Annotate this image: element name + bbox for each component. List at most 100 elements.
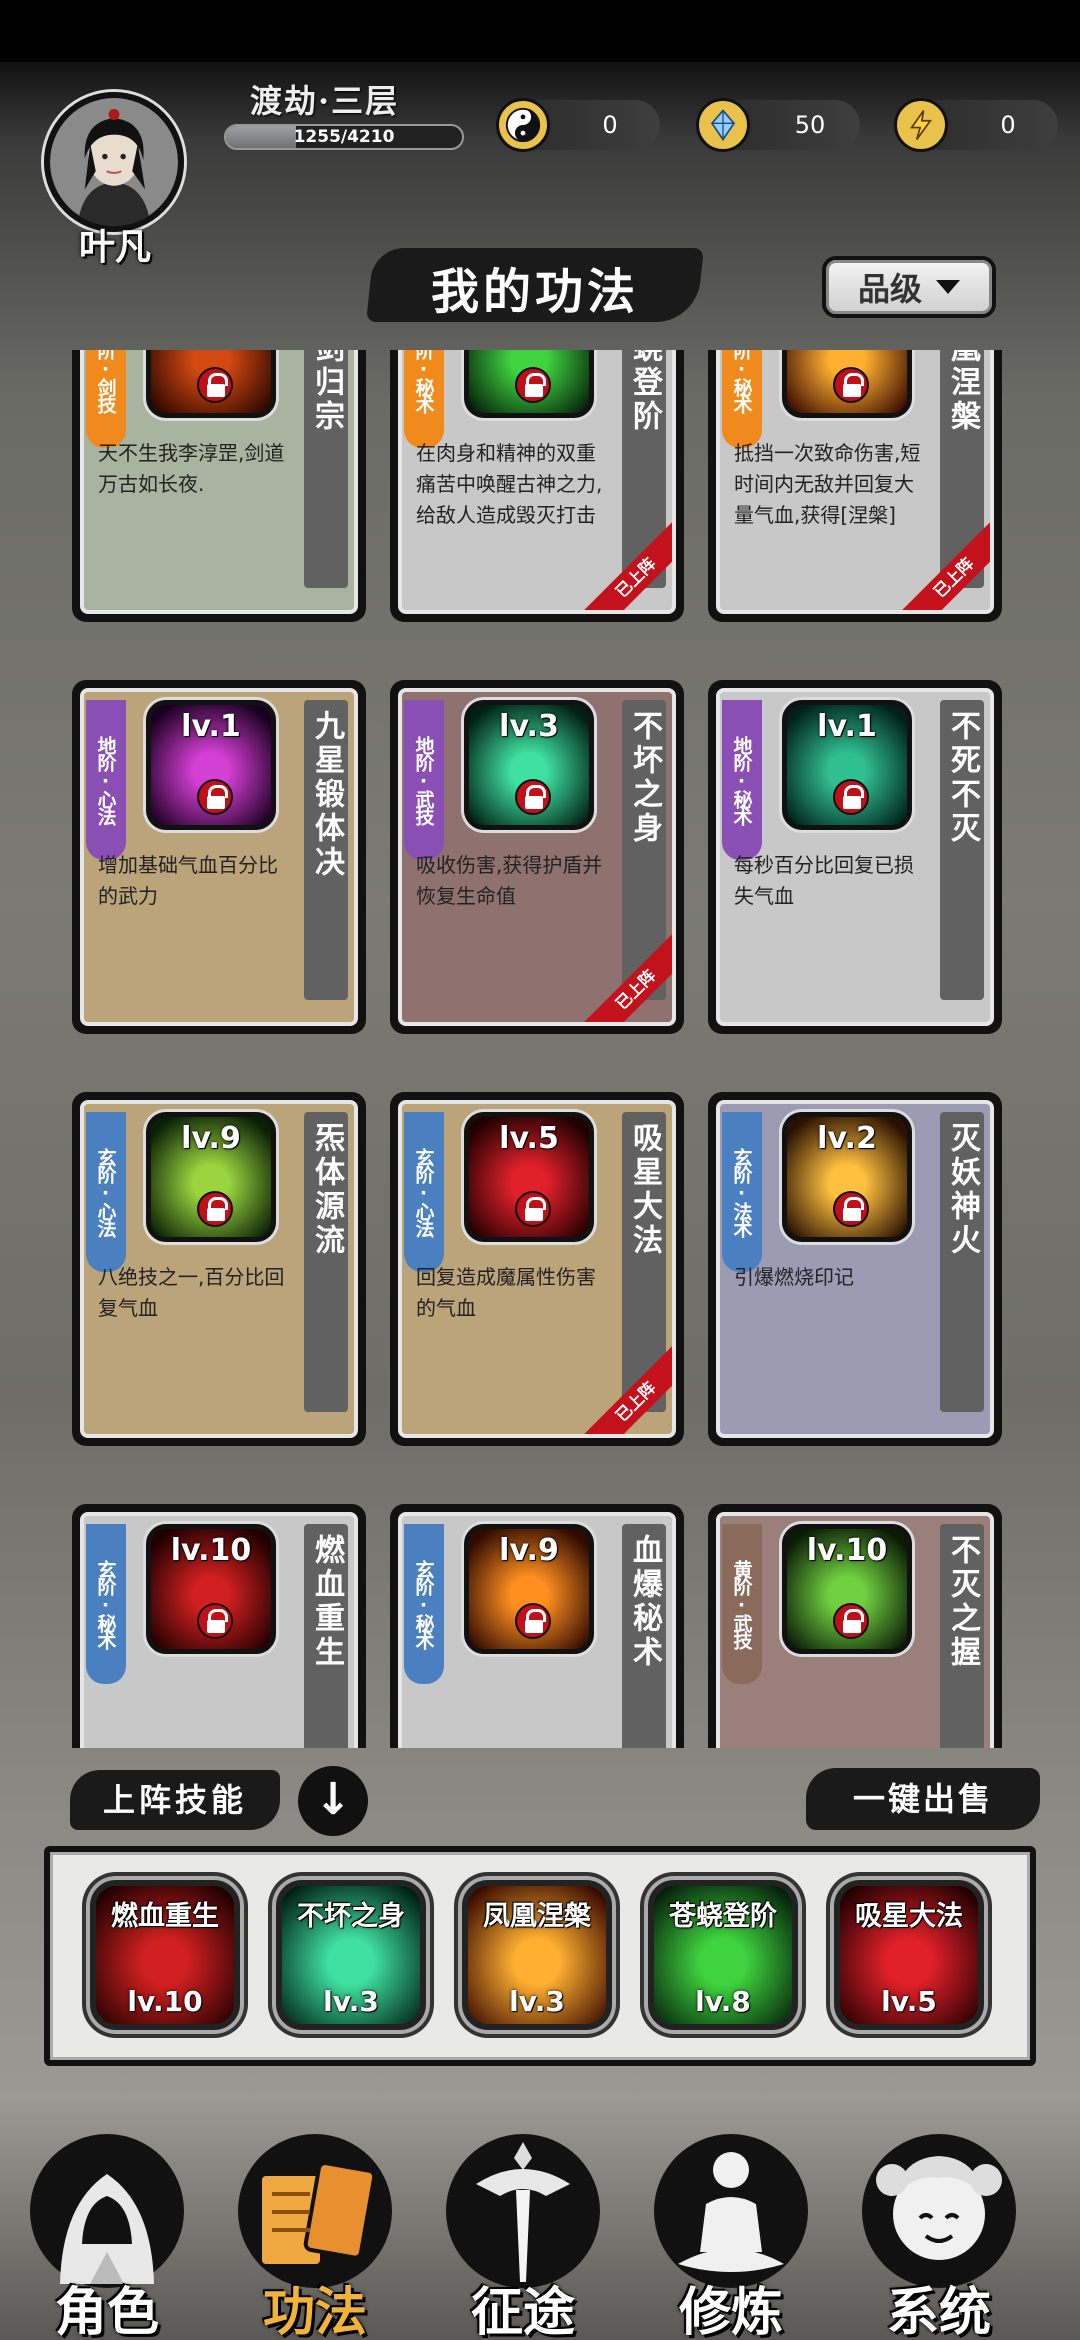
lock-icon (515, 367, 551, 403)
skill-icon[interactable]: lv.3 (782, 350, 912, 418)
equipped-skill-slot[interactable]: 燃血重生 lv.10 (90, 1880, 240, 2030)
grade-tag: 玄阶·心法 (404, 1112, 444, 1272)
skill-name: 炁体源流 (304, 1112, 348, 1412)
equipped-skill-slot[interactable]: 凤凰涅槃 lv.3 (462, 1880, 612, 2030)
nav-tab-1[interactable]: 功法 (220, 2120, 410, 2340)
lock-icon (833, 367, 869, 403)
skill-description: 增加基础气血百分比的武力 (98, 853, 278, 908)
currency-value: 0 (602, 111, 618, 139)
skill-level: lv.1 (817, 709, 877, 744)
sort-grade-dropdown[interactable]: 品级 (822, 256, 996, 318)
nav-tab-label: 征途 (470, 2282, 575, 2340)
lock-icon (515, 779, 551, 815)
equipped-skill-level: lv.8 (695, 1985, 751, 2018)
skill-card[interactable]: 玄阶·心法 lv.5 吸星大法 回复造成魔属性伤害的气血 已上阵 (390, 1092, 684, 1446)
grade-tag: 地阶·心法 (86, 700, 126, 860)
skill-icon[interactable]: lv.1 (146, 350, 276, 418)
grade-tag: 玄阶·法术 (722, 1112, 762, 1272)
equipped-skills-panel: 燃血重生 lv.10 不坏之身 lv.3 凤凰涅槃 lv.3 苍蛲登阶 lv.8 吸星大法 lv.… (44, 1846, 1036, 2066)
currency-yin-yang[interactable]: 0 (496, 98, 660, 152)
skill-icon[interactable]: lv.1 (146, 700, 276, 830)
skill-card-body: 玄阶·秘术 lv.10 燃血重生 (80, 1512, 358, 1748)
skill-name: 燃血重生 (304, 1524, 348, 1748)
currency-value: 0 (1000, 111, 1016, 139)
crystal-icon (696, 98, 750, 152)
skill-card[interactable]: 天阶·秘术lv.8苍蛲登阶在肉身和精神的双重痛苦中唤醒古神之力,给敌人造成毁灭打… (390, 350, 684, 622)
grade-tag: 玄阶·心法 (86, 1112, 126, 1272)
skill-card-body: 玄阶·心法 lv.9 炁体源流 八绝技之一,百分比回复气血 (80, 1100, 358, 1438)
skill-card[interactable]: 地阶·武技 lv.3 不坏之身 吸收伤害,获得护盾并恢复生命值 已上阵 (390, 680, 684, 1034)
equipped-skill-name: 吸星大法 (855, 1901, 963, 1932)
skill-card[interactable]: 天阶·剑技 lv.1 万剑归宗天不生我李淳罡,剑道万古如长夜. (72, 350, 366, 622)
skill-name: 不死不灭 (940, 700, 984, 1000)
skill-icon[interactable]: lv.10 (782, 1524, 912, 1654)
nav-tab-4[interactable]: 系统 (844, 2120, 1034, 2340)
skill-name: 万剑归宗 (304, 350, 348, 588)
skill-level: lv.1 (181, 709, 241, 744)
grade-tag: 玄阶·秘术 (404, 1524, 444, 1684)
nav-tab-3[interactable]: 修炼 (636, 2120, 826, 2340)
skill-card-body: 玄阶·心法 lv.5 吸星大法 回复造成魔属性伤害的气血 已上阵 (398, 1100, 676, 1438)
arrow-down-icon[interactable]: ↓ (298, 1766, 368, 1836)
skill-card-body: 玄阶·法术 lv.2 灭妖神火 引爆燃烧印记 (716, 1100, 994, 1438)
skill-description: 吸收伤害,获得护盾并恢复生命值 (416, 853, 603, 908)
skill-name: 血爆秘术 (622, 1524, 666, 1748)
player-avatar[interactable] (44, 92, 184, 232)
skill-name: 不灭之握 (940, 1524, 984, 1748)
skill-level: lv.10 (806, 1533, 888, 1568)
skill-card[interactable]: 地阶·心法 lv.1 九星锻体决 增加基础气血百分比的武力 (72, 680, 366, 1034)
grade-tag: 地阶·秘术 (722, 700, 762, 860)
grade-tag: 地阶·武技 (404, 700, 444, 860)
currency-lightning[interactable]: 0 (894, 98, 1058, 152)
player-name: 叶凡 (78, 226, 151, 268)
equipped-skill-slot[interactable]: 不坏之身 lv.3 (276, 1880, 426, 2030)
page-title: 我的功法 (430, 264, 639, 320)
sell-all-button[interactable]: 一键出售 (806, 1768, 1040, 1830)
nav-tab-2[interactable]: 征途 (428, 2120, 618, 2340)
scroll-books-icon (238, 2134, 392, 2288)
bottom-nav: 角色 功法 征途 修炼 系统 (0, 2080, 1080, 2340)
skill-icon[interactable]: lv.9 (464, 1524, 594, 1654)
equipped-skill-level: lv.10 (127, 1985, 203, 2018)
skill-level: lv.3 (499, 709, 559, 744)
nav-tab-0[interactable]: 角色 (12, 2120, 202, 2340)
equipped-skill-name: 苍蛲登阶 (669, 1901, 777, 1932)
skill-card[interactable]: 玄阶·法术 lv.2 灭妖神火 引爆燃烧印记 (708, 1092, 1002, 1446)
skill-level: lv.10 (170, 1533, 252, 1568)
grade-tag: 玄阶·秘术 (86, 1524, 126, 1684)
skill-icon[interactable]: lv.3 (464, 700, 594, 830)
skill-icon[interactable]: lv.2 (782, 1112, 912, 1242)
equipped-skill-name: 燃血重生 (111, 1901, 219, 1932)
skill-icon[interactable]: lv.10 (146, 1524, 276, 1654)
skill-card-body: 玄阶·秘术 lv.9 血爆秘术 (398, 1512, 676, 1748)
skill-card[interactable]: 玄阶·心法 lv.9 炁体源流 八绝技之一,百分比回复气血 (72, 1092, 366, 1446)
deck-title: 上阵技能 (70, 1770, 280, 1830)
realm-level: 渡劫·三层 (250, 82, 400, 120)
equipped-skill-slot[interactable]: 吸星大法 lv.5 (834, 1880, 984, 2030)
currency-crystal[interactable]: 50 (696, 98, 860, 152)
skill-level: lv.9 (181, 1121, 241, 1156)
currency-value: 50 (794, 111, 826, 139)
skill-card[interactable]: 黄阶·武技 lv.10 不灭之握 (708, 1504, 1002, 1748)
skill-icon[interactable]: lv.5 (464, 1112, 594, 1242)
grade-tag: 黄阶·武技 (722, 1524, 762, 1684)
skill-card[interactable]: 玄阶·秘术 lv.9 血爆秘术 (390, 1504, 684, 1748)
skill-icon[interactable]: lv.8 (464, 350, 594, 418)
skill-level: lv.2 (817, 1121, 877, 1156)
nav-tab-label: 修炼 (678, 2282, 783, 2340)
grade-tag: 天阶·秘术 (404, 350, 444, 448)
meditation-icon (654, 2134, 808, 2288)
skill-description: 八绝技之一,百分比回复气血 (98, 1265, 285, 1320)
skill-description: 引爆燃烧印记 (734, 1265, 854, 1289)
skill-card[interactable]: 玄阶·秘术 lv.10 燃血重生 (72, 1504, 366, 1748)
skill-icon[interactable]: lv.1 (782, 700, 912, 830)
equipped-skill-level: lv.3 (509, 1985, 565, 2018)
skill-card[interactable]: 天阶·秘术lv.3凤凰涅槃抵挡一次致命伤害,短时间内无敌并回复大量气血,获得[涅… (708, 350, 1002, 622)
sword-emblem-icon (446, 2134, 600, 2288)
skill-card[interactable]: 地阶·秘术 lv.1 不死不灭 每秒百分比回复已损失气血 (708, 680, 1002, 1034)
skill-card-body: 天阶·秘术lv.3凤凰涅槃抵挡一次致命伤害,短时间内无敌并回复大量气血,获得[涅… (716, 350, 994, 614)
skill-grid[interactable]: 天阶·剑技lv.1万剑归宗天不生我李淳罡,剑道万古如长夜.天阶·秘术lv.8苍蛲… (60, 350, 1020, 1748)
skill-icon[interactable]: lv.9 (146, 1112, 276, 1242)
skill-card-body: 地阶·秘术 lv.1 不死不灭 每秒百分比回复已损失气血 (716, 688, 994, 1026)
equipped-skill-slot[interactable]: 苍蛲登阶 lv.8 (648, 1880, 798, 2030)
